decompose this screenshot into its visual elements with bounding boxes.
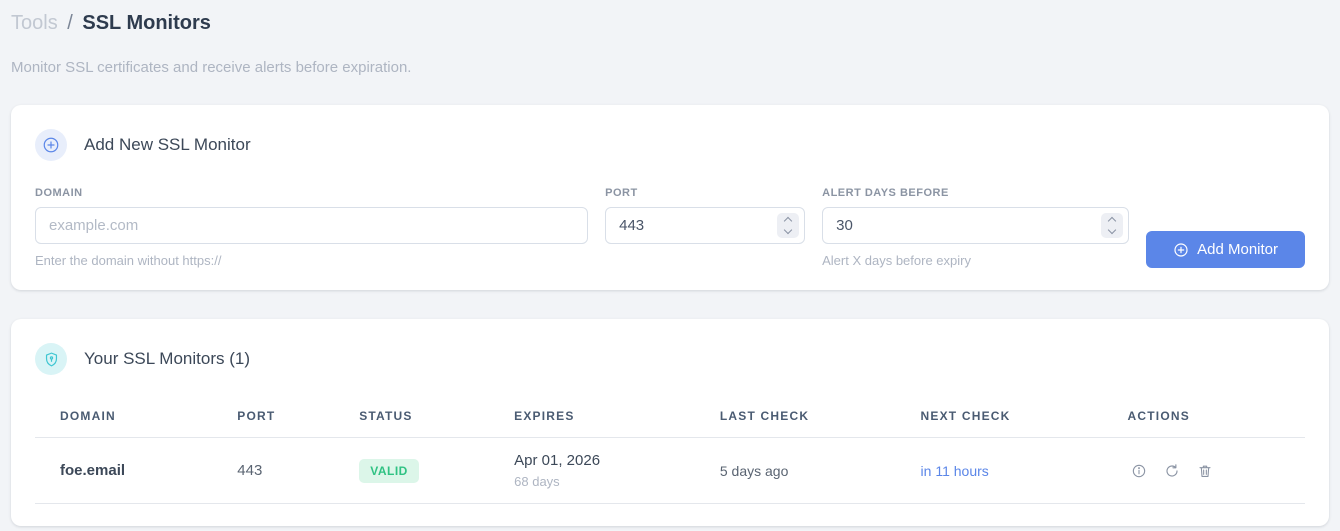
port-stepper[interactable]	[777, 213, 800, 238]
alert-days-help-text: Alert X days before expiry	[822, 253, 971, 268]
monitors-list-card: Your SSL Monitors (1) DOMAIN PORT STATUS…	[11, 319, 1329, 526]
port-label: PORT	[605, 187, 638, 199]
column-header-actions: ACTIONS	[1119, 397, 1305, 438]
stepper-up-icon[interactable]	[783, 216, 793, 226]
port-field-group: PORT	[605, 187, 806, 244]
column-header-next-check: NEXT CHECK	[912, 397, 1120, 438]
alert-days-label: ALERT DAYS BEFORE	[822, 187, 949, 199]
domain-input[interactable]	[35, 207, 589, 244]
column-header-last-check: LAST CHECK	[711, 397, 913, 438]
breadcrumb: Tools / SSL Monitors	[11, 8, 1329, 36]
alert-days-stepper[interactable]	[1101, 213, 1124, 238]
column-header-expires: EXPIRES	[506, 397, 712, 438]
status-badge: VALID	[359, 458, 419, 483]
monitors-card-header: Your SSL Monitors (1)	[35, 343, 1305, 375]
info-icon[interactable]	[1131, 463, 1147, 479]
page-subtitle: Monitor SSL certificates and receive ale…	[11, 59, 412, 76]
shield-icon	[35, 343, 67, 375]
trash-icon[interactable]	[1197, 463, 1213, 479]
monitors-table: DOMAIN PORT STATUS EXPIRES LAST CHECK NE…	[35, 397, 1305, 504]
stepper-down-icon[interactable]	[783, 225, 793, 235]
page-title: SSL Monitors	[82, 12, 211, 34]
plus-circle-icon	[1174, 242, 1188, 257]
breadcrumb-separator: /	[61, 12, 79, 34]
monitor-domain: foe.email	[35, 437, 230, 504]
monitor-expires-date: Apr 01, 2026	[514, 452, 601, 469]
add-monitor-title: Add New SSL Monitor	[84, 135, 251, 154]
port-input[interactable]	[605, 207, 806, 244]
monitor-next-check: in 11 hours	[912, 437, 1120, 504]
ssl-monitors-page: Tools / SSL Monitors Monitor SSL certifi…	[0, 0, 1340, 526]
column-header-status: STATUS	[351, 397, 507, 438]
monitor-port: 443	[229, 437, 352, 504]
stepper-down-icon[interactable]	[1107, 225, 1117, 235]
domain-field-group: DOMAIN Enter the domain without https://	[35, 187, 589, 268]
table-row: foe.email 443 VALID Apr 01, 2026 68 days…	[35, 437, 1305, 504]
stepper-up-icon[interactable]	[1107, 216, 1117, 226]
domain-help-text: Enter the domain without https://	[35, 253, 222, 268]
monitor-last-check: 5 days ago	[711, 437, 913, 504]
refresh-icon[interactable]	[1164, 463, 1180, 479]
add-monitor-form: DOMAIN Enter the domain without https://…	[35, 187, 1305, 268]
alert-days-input[interactable]	[822, 207, 1130, 244]
row-actions	[1128, 463, 1297, 479]
add-monitor-card: Add New SSL Monitor DOMAIN Enter the dom…	[11, 105, 1329, 290]
column-header-port: PORT	[229, 397, 352, 438]
monitor-expires-days: 68 days	[514, 474, 560, 489]
alert-days-field-group: ALERT DAYS BEFORE Alert X days before ex…	[822, 187, 1130, 268]
add-monitor-button[interactable]: Add Monitor	[1146, 231, 1305, 268]
monitors-list-title: Your SSL Monitors (1)	[84, 349, 250, 368]
breadcrumb-tools-link[interactable]: Tools	[11, 12, 58, 34]
add-monitor-card-header: Add New SSL Monitor	[35, 129, 1305, 161]
column-header-domain: DOMAIN	[35, 397, 230, 438]
add-monitor-button-label: Add Monitor	[1197, 241, 1278, 258]
table-header-row: DOMAIN PORT STATUS EXPIRES LAST CHECK NE…	[35, 397, 1305, 438]
plus-circle-icon	[35, 129, 67, 161]
domain-label: DOMAIN	[35, 187, 83, 199]
